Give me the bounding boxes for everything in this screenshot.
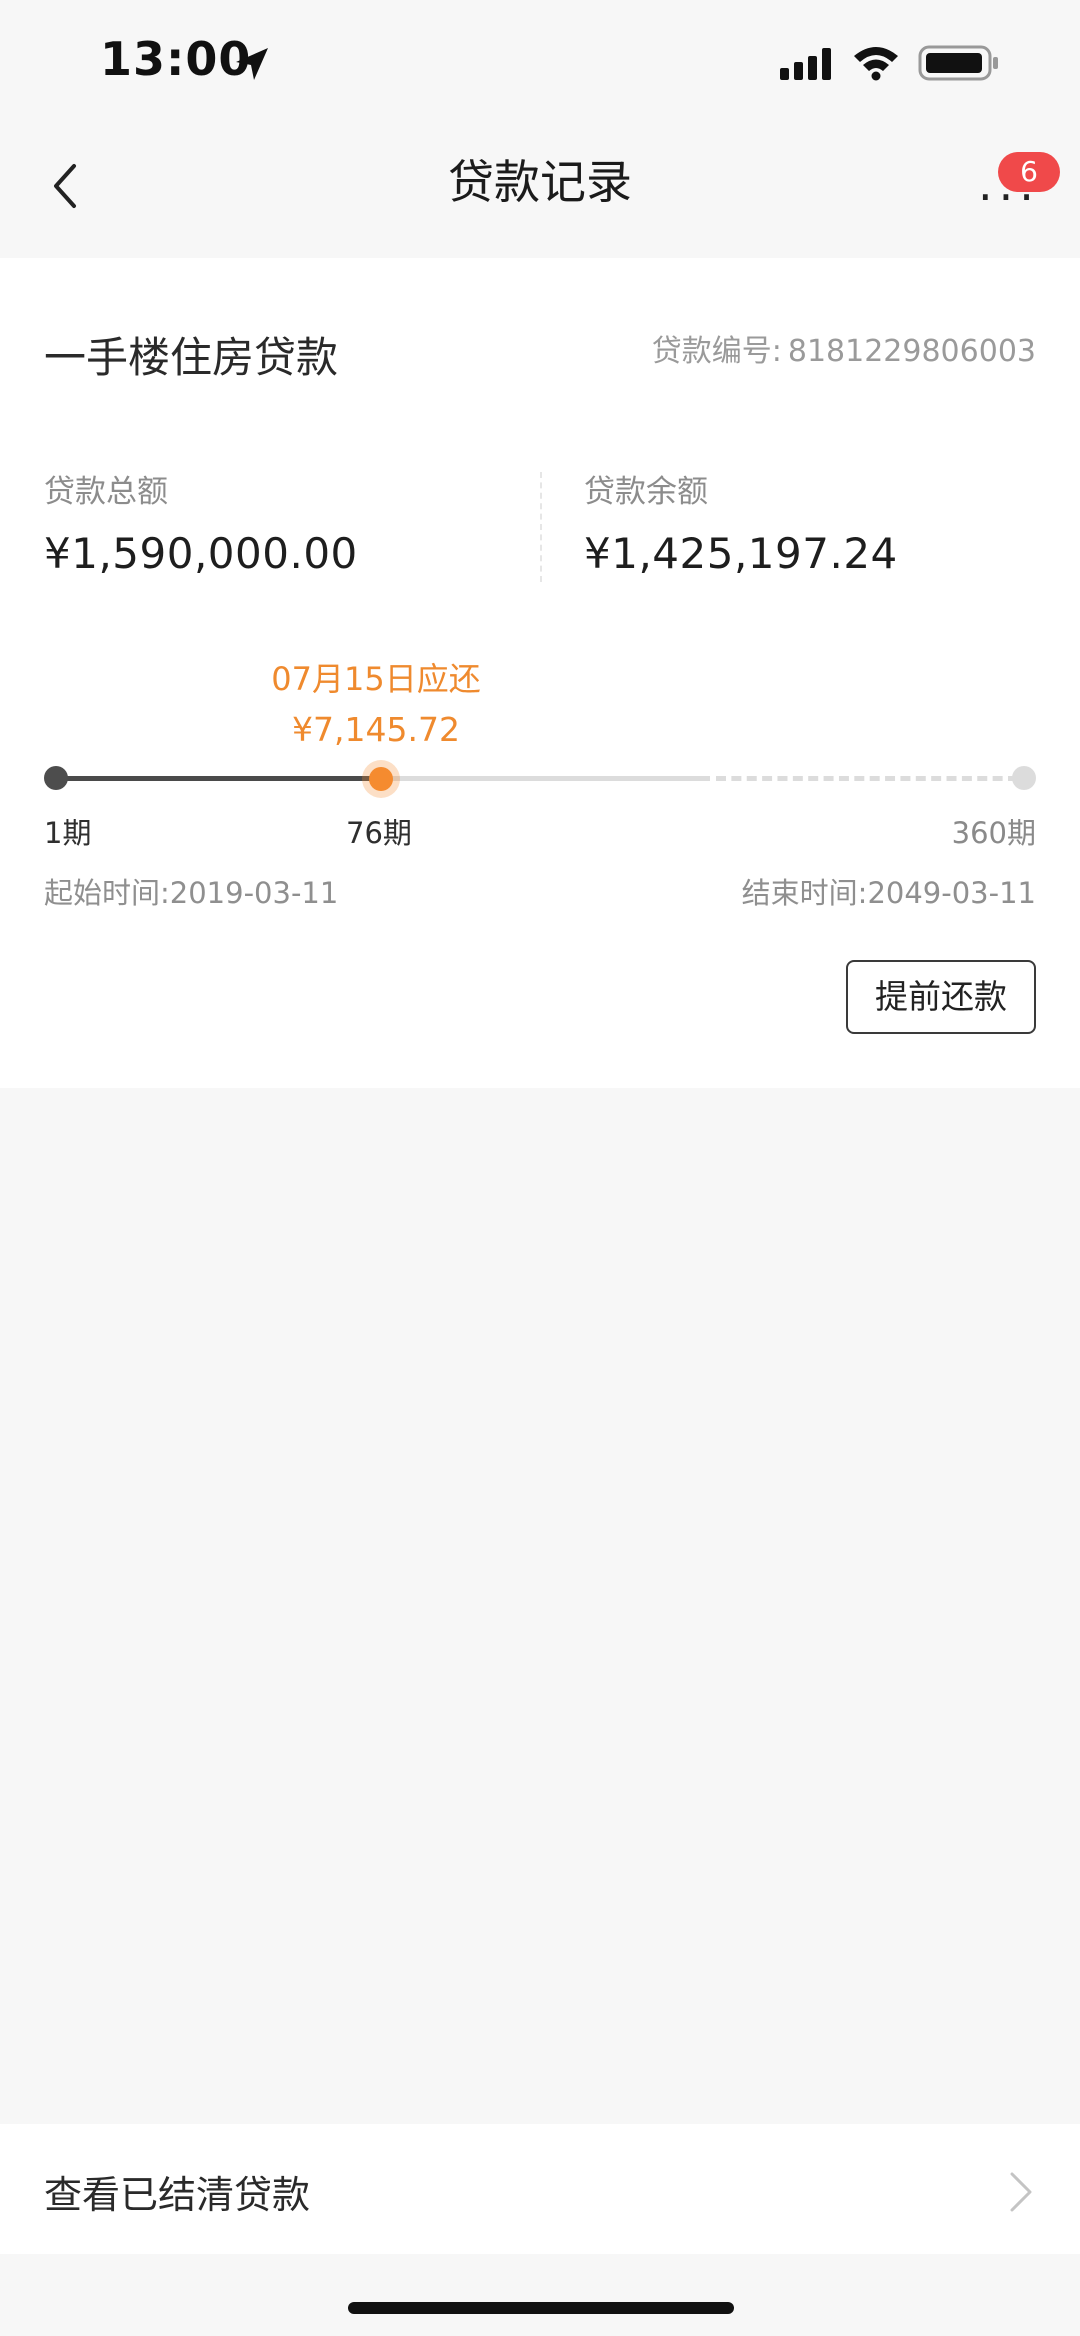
loan-number-label: 贷款编号: (651, 334, 782, 369)
battery-icon (918, 45, 998, 81)
start-date: 起始时间:2019-03-11 (44, 870, 338, 912)
progress-start-dot (44, 766, 68, 790)
start-date-value: 2019-03-11 (169, 876, 339, 910)
status-time: 13:00 (100, 32, 252, 86)
period-end-label: 360期 (951, 816, 1036, 850)
more-options-button[interactable]: ··· 6 (972, 140, 1060, 230)
progress-current-dot (369, 767, 393, 791)
repayment-progress (0, 748, 1080, 808)
end-date-value: 2049-03-11 (867, 876, 1036, 910)
due-date-text: 07月15日应还 (271, 660, 481, 698)
end-date: 结束时间:2049-03-11 (742, 870, 1036, 912)
loan-number: 贷款编号: 8181229806003 (652, 326, 1036, 370)
start-date-label: 起始时间: (44, 876, 170, 910)
period-start-label: 1期 (44, 816, 92, 850)
loan-records-screen: 13:00 贷款记录 ··· 6 一手楼住房贷款 贷款编号: 818122980… (0, 0, 1080, 2336)
total-amount-label: 贷款总额 (44, 474, 168, 510)
settled-loans-label: 查看已结清贷款 (44, 2173, 311, 2217)
total-amount-block: 贷款总额 ¥1,590,000.00 (44, 466, 358, 578)
total-amount-value: ¥1,590,000.00 (44, 529, 358, 578)
period-current-label: 76期 (346, 816, 412, 850)
progress-track-future (716, 776, 1018, 781)
wifi-icon (854, 47, 898, 81)
next-due-block: 07月15日应还 ¥7,145.72 (256, 654, 496, 749)
home-indicator[interactable] (348, 2302, 734, 2314)
column-divider (540, 472, 542, 582)
prepay-button[interactable]: 提前还款 (846, 960, 1036, 1034)
view-settled-loans-row[interactable]: 查看已结清贷款 (0, 2124, 1080, 2254)
loan-card[interactable]: 一手楼住房贷款 贷款编号: 8181229806003 贷款总额 ¥1,590,0… (0, 258, 1080, 1088)
loan-number-value: 8181229806003 (787, 334, 1036, 369)
notification-badge: 6 (998, 152, 1060, 192)
nav-bar: 贷款记录 ··· 6 (0, 120, 1080, 258)
chevron-right-icon (1010, 2172, 1032, 2212)
balance-amount-label: 贷款余额 (584, 474, 708, 510)
balance-amount-block: 贷款余额 ¥1,425,197.24 (584, 466, 898, 578)
progress-track-remaining (380, 776, 710, 781)
location-arrow-icon (236, 48, 268, 80)
loan-type-title: 一手楼住房贷款 (44, 333, 339, 382)
due-amount: ¥7,145.72 (292, 710, 460, 749)
balance-amount-value: ¥1,425,197.24 (584, 529, 898, 578)
cellular-signal-icon (780, 48, 831, 80)
end-date-label: 结束时间: (741, 876, 868, 910)
status-bar: 13:00 (0, 0, 1080, 120)
page-title: 贷款记录 (448, 155, 632, 209)
progress-track-completed (56, 776, 380, 781)
progress-end-dot (1012, 766, 1036, 790)
